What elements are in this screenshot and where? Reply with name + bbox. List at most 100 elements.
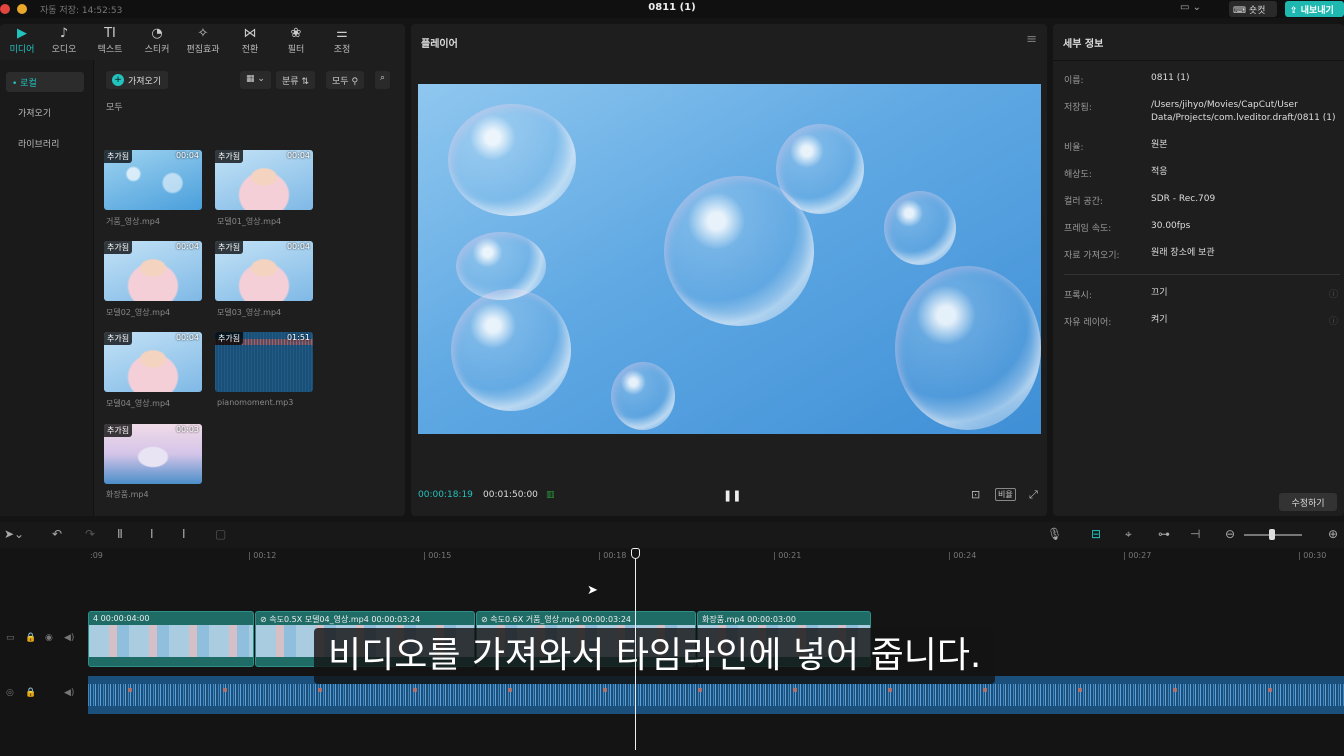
shortcut-button[interactable]: ⌨ 숏컷 xyxy=(1229,1,1277,17)
tab-effects[interactable]: ✧ 편집효과 xyxy=(181,26,225,55)
detail-value: 적응 xyxy=(1151,167,1168,177)
timeline-ruler[interactable]: :09 | 00:12 | 00:15 | 00:18 | 00:21 | 00… xyxy=(88,548,1344,562)
tab-filter[interactable]: ❀ 필터 xyxy=(274,26,318,55)
timeline-toolbar: ➤⌄ ↶ ↷ Ⅱ Ⅰ Ⅰ ▢ 🎙 ⊟ ⌖ ⊶ ⊣ ⊖ ⊕ xyxy=(0,522,1344,548)
audio-track-icon: ◎ xyxy=(6,688,14,698)
detail-key: 프록시: xyxy=(1064,291,1092,301)
media-item[interactable]: 추가됨 01:51 xyxy=(215,332,313,392)
tab-label: 스티커 xyxy=(144,45,170,55)
ratio-button[interactable]: 비율 xyxy=(995,488,1016,501)
tab-audio[interactable]: ♪ 오디오 xyxy=(42,26,86,55)
menu-icon[interactable]: ≡ xyxy=(1026,32,1037,47)
fullscreen-icon[interactable]: ⤢ xyxy=(1029,488,1038,502)
sort-icon: ⇅ xyxy=(301,77,309,87)
added-badge: 추가됨 xyxy=(215,241,244,254)
ruler-tick: :09 xyxy=(90,551,103,560)
audio-icon: ♪ xyxy=(59,26,69,41)
clip-label: 4 00:00:04:00 xyxy=(93,614,150,623)
info-icon[interactable]: ⓘ xyxy=(1329,314,1338,327)
tab-text[interactable]: TI 텍스트 xyxy=(88,26,132,55)
media-item[interactable]: 추가됨 00:04 xyxy=(215,241,313,301)
clip-label: ⊘ 속도0.5X 모델04_영상.mp4 00:00:03:24 xyxy=(260,615,421,624)
detail-value[interactable]: 끄기 xyxy=(1151,287,1341,300)
bubble xyxy=(448,104,576,216)
media-subnav: • 로컬 가져오기 라이브러리 xyxy=(0,60,94,516)
filter-button[interactable]: 모두 ⚲ xyxy=(326,71,365,89)
microphone-icon[interactable]: 🎙 xyxy=(1047,527,1062,541)
zoom-out-icon[interactable]: ⊖ xyxy=(1225,527,1235,541)
ruler-tick: | 00:15 xyxy=(423,551,452,560)
added-badge: 추가됨 xyxy=(104,424,133,437)
mute-icon[interactable]: ◀) xyxy=(64,633,74,643)
duration-label: 00:04 xyxy=(286,151,310,160)
zoom-in-icon[interactable]: ⊕ xyxy=(1328,527,1338,541)
duration-label: 00:04 xyxy=(286,242,310,251)
redo-icon[interactable]: ↷ xyxy=(85,527,95,541)
screenshot-icon[interactable]: ⊡ xyxy=(971,488,980,501)
trim-left-icon[interactable]: Ⅰ xyxy=(150,527,154,541)
preview-axis-icon[interactable]: ⊣ xyxy=(1190,527,1200,541)
media-item-name: 모델04_영상.mp4 xyxy=(106,399,171,408)
media-item-name: 모델01_영상.mp4 xyxy=(217,217,282,226)
tab-sticker[interactable]: ◔ 스티커 xyxy=(135,26,179,55)
video-preview[interactable] xyxy=(418,84,1041,434)
filter-icon: ❀ xyxy=(290,26,302,41)
main-track-magnet-icon[interactable]: ⊟ xyxy=(1091,527,1101,541)
delete-icon[interactable]: ▢ xyxy=(215,527,226,541)
mute-icon[interactable]: ◀) xyxy=(64,688,74,698)
added-badge: 추가됨 xyxy=(104,241,133,254)
subnav-library[interactable]: 라이브러리 xyxy=(6,133,84,153)
undo-icon[interactable]: ↶ xyxy=(52,527,62,541)
subnav-import[interactable]: 가져오기 xyxy=(6,102,84,122)
tab-media[interactable]: ▶ 미디어 xyxy=(0,26,44,55)
playhead[interactable] xyxy=(635,550,636,750)
total-time: 00:01:50:00 xyxy=(483,490,538,500)
audio-track-header: ◎ 🔒 ◀) xyxy=(0,683,88,723)
import-button[interactable]: + 가져오기 xyxy=(106,71,168,89)
tab-label: 미디어 xyxy=(9,45,35,55)
media-item-name: 거품_영상.mp4 xyxy=(106,217,160,226)
media-item[interactable]: 추가됨 00:03 xyxy=(104,424,202,484)
select-tool-icon[interactable]: ➤⌄ xyxy=(4,527,24,541)
trim-right-icon[interactable]: Ⅰ xyxy=(182,527,186,541)
media-item[interactable]: 추가됨 00:04 xyxy=(104,150,202,210)
eye-icon[interactable]: ◉ xyxy=(45,633,53,643)
subnav-local[interactable]: • 로컬 xyxy=(6,72,84,92)
split-icon[interactable]: Ⅱ xyxy=(117,527,123,541)
track-type-icon: ▭ xyxy=(6,633,15,643)
detail-key: 자유 레이어: xyxy=(1064,318,1112,328)
info-icon[interactable]: ⓘ xyxy=(1329,287,1338,300)
export-button[interactable]: ⇪ 내보내기 xyxy=(1285,1,1344,17)
layout-icon[interactable]: ▭ ⌄ xyxy=(1180,2,1208,16)
view-mode-button[interactable]: ▦ ⌄ xyxy=(240,71,271,89)
minimize-window-button[interactable] xyxy=(17,4,27,14)
tab-transition[interactable]: ⋈ 전환 xyxy=(228,26,272,55)
lock-icon[interactable]: 🔒 xyxy=(25,688,36,698)
video-clip[interactable]: 4 00:00:04:00 xyxy=(88,611,254,667)
media-item[interactable]: 추가됨 00:04 xyxy=(215,150,313,210)
detail-value[interactable]: 켜기 xyxy=(1151,314,1341,327)
edit-button[interactable]: 수정하기 xyxy=(1279,493,1337,511)
tab-adjust[interactable]: ⚌ 조정 xyxy=(320,26,364,55)
media-icon: ▶ xyxy=(17,26,27,41)
lock-icon[interactable]: 🔒 xyxy=(25,633,36,643)
auto-snap-icon[interactable]: ⌖ xyxy=(1125,527,1132,542)
detail-value: 원본 xyxy=(1151,140,1168,150)
detail-key: 해상도: xyxy=(1064,170,1092,180)
link-icon[interactable]: ⊶ xyxy=(1158,527,1170,541)
media-item[interactable]: 추가됨 00:04 xyxy=(104,332,202,392)
media-item-name: 화장품.mp4 xyxy=(106,490,149,499)
details-panel: 세부 정보 이름: 0811 (1) 저장됨: /Users/jihyo/Mov… xyxy=(1053,24,1344,516)
close-window-button[interactable] xyxy=(0,4,10,14)
media-item[interactable]: 추가됨 00:04 xyxy=(104,241,202,301)
playhead-handle[interactable] xyxy=(631,548,640,559)
detail-key: 자료 가져오기: xyxy=(1064,251,1120,261)
search-button[interactable]: ⌕ xyxy=(375,71,391,89)
clip-label: 화장품.mp4 00:00:03:00 xyxy=(702,615,796,624)
zoom-slider-knob[interactable] xyxy=(1269,529,1275,540)
pause-button[interactable]: ❚❚ xyxy=(723,489,741,502)
media-item-name: 모델02_영상.mp4 xyxy=(106,308,171,317)
added-badge: 추가됨 xyxy=(215,150,244,163)
sort-button[interactable]: 분류 ⇅ xyxy=(276,71,315,89)
detail-key: 이름: xyxy=(1064,76,1084,86)
